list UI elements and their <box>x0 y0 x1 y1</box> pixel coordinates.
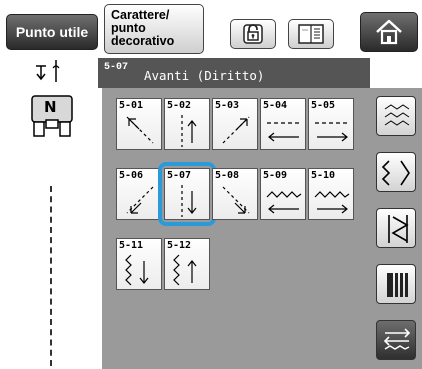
stitch-tile-5-02[interactable]: 5-02 <box>164 98 210 150</box>
direction-stitch-icon <box>381 160 410 186</box>
home-icon <box>376 19 402 45</box>
lock-icon <box>243 24 263 44</box>
cross-stitch-icon <box>387 273 408 297</box>
stitch-code-label: 5-05 <box>311 100 336 111</box>
stitch-code-label: 5-09 <box>263 170 288 181</box>
sidebar-button-5[interactable] <box>376 320 416 360</box>
stitch-selection-area: 5-07 Avanti (Diritto) 5-01 5-02 5-03 5-04 5-… <box>98 58 422 369</box>
needle-icon <box>36 60 60 82</box>
stitch-tile-5-01[interactable]: 5-01 <box>116 98 162 150</box>
stitch-code-label: 5-10 <box>311 170 336 181</box>
sidebar-button-2[interactable] <box>376 152 416 192</box>
manual-button[interactable] <box>288 19 334 49</box>
stitch-tile-5-03[interactable]: 5-03 <box>212 98 258 150</box>
top-bar: Punto utile Carattere/ punto decorativo <box>0 0 422 60</box>
category-sidebar <box>370 88 422 369</box>
presser-foot-icon: N <box>31 95 73 137</box>
selected-stitch-highlight <box>158 162 216 226</box>
stitch-guide-line <box>50 186 52 366</box>
satin-stitch-icon <box>388 215 409 243</box>
decorative-stitch-label: Carattere/ punto decorativo <box>111 9 174 48</box>
category-stitch-icon <box>384 104 410 126</box>
stitch-code-label: 5-11 <box>119 240 144 251</box>
stitch-code-label: 5-06 <box>119 170 144 181</box>
stitch-tile-5-11[interactable]: 5-11 <box>116 238 162 290</box>
stitch-code-label: 5-12 <box>167 240 192 251</box>
multi-direction-icon <box>383 328 411 350</box>
stitch-code-label: 5-04 <box>263 100 288 111</box>
utility-stitch-button[interactable]: Punto utile <box>6 14 98 50</box>
decorative-label-line3: decorativo <box>111 34 175 48</box>
stitch-code-label: 5-08 <box>215 170 240 181</box>
stitch-code-label: 5-01 <box>119 100 144 111</box>
stitch-tile-5-12[interactable]: 5-12 <box>164 238 210 290</box>
sewing-machine-screen: Punto utile Carattere/ punto decorativo <box>0 0 422 369</box>
stitch-tile-5-05[interactable]: 5-05 <box>308 98 354 150</box>
stitch-grid: 5-01 5-02 5-03 5-04 5-05 5-06 5-07 5-08 5-09 5-10… <box>102 88 370 369</box>
presser-foot-letter: N <box>44 98 57 116</box>
stitch-tile-5-06[interactable]: 5-06 <box>116 168 162 220</box>
sidebar-button-4[interactable] <box>376 264 416 304</box>
lock-button[interactable] <box>230 19 276 49</box>
decorative-stitch-button[interactable]: Carattere/ punto decorativo <box>104 4 204 54</box>
stitch-tile-5-04[interactable]: 5-04 <box>260 98 306 150</box>
sidebar-button-1[interactable] <box>376 96 416 136</box>
presser-foot-panel: N <box>6 58 98 369</box>
sidebar-button-3[interactable] <box>376 208 416 248</box>
stitch-tile-5-10[interactable]: 5-10 <box>308 168 354 220</box>
manual-icon <box>298 24 324 44</box>
stitch-code-label: 5-02 <box>167 100 192 111</box>
stitch-code-label: 5-03 <box>215 100 240 111</box>
stitch-tile-5-08[interactable]: 5-08 <box>212 168 258 220</box>
selected-stitch-title: Avanti (Diritto) <box>144 68 265 83</box>
stitch-tile-5-09[interactable]: 5-09 <box>260 168 306 220</box>
home-button[interactable] <box>360 12 418 52</box>
utility-stitch-label: Punto utile <box>15 24 89 40</box>
stitch-header: 5-07 Avanti (Diritto) <box>98 58 370 88</box>
selected-stitch-code: 5-07 <box>104 62 129 73</box>
